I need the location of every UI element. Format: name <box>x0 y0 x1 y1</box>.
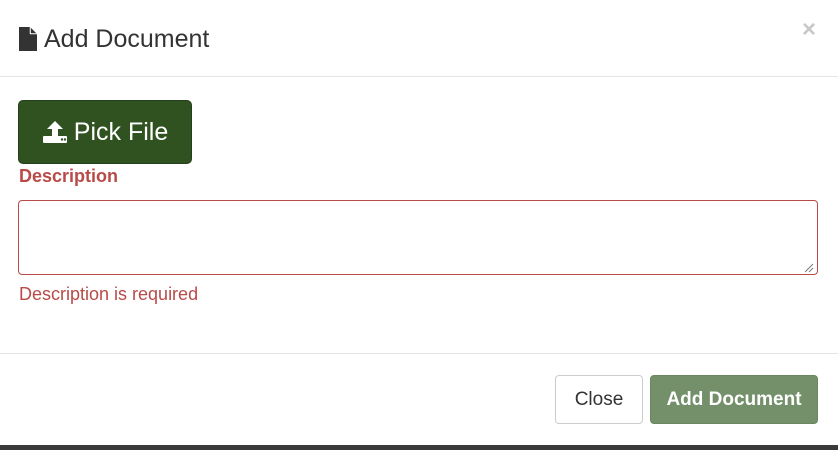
description-label: Description <box>19 166 119 186</box>
close-button[interactable]: Close <box>555 375 643 424</box>
backdrop <box>0 445 838 450</box>
file-icon <box>18 26 38 52</box>
close-icon[interactable]: × <box>802 18 816 42</box>
pick-file-button[interactable]: Pick File <box>18 100 192 164</box>
dialog-title: Add Document <box>18 24 209 54</box>
description-textarea[interactable] <box>18 200 818 275</box>
add-document-dialog: Add Document × Pick File Description Des… <box>0 0 838 445</box>
pick-file-label: Pick File <box>73 117 169 146</box>
description-error-message: Description is required <box>19 284 199 304</box>
dialog-header: Add Document × <box>0 0 838 77</box>
dialog-footer: Close Add Document <box>0 353 838 445</box>
dialog-body: Pick File Description Description is req… <box>0 77 838 353</box>
dialog-title-text: Add Document <box>44 24 210 53</box>
upload-icon <box>42 120 68 144</box>
add-document-button[interactable]: Add Document <box>650 375 818 424</box>
resize-grip-icon[interactable] <box>802 260 814 273</box>
